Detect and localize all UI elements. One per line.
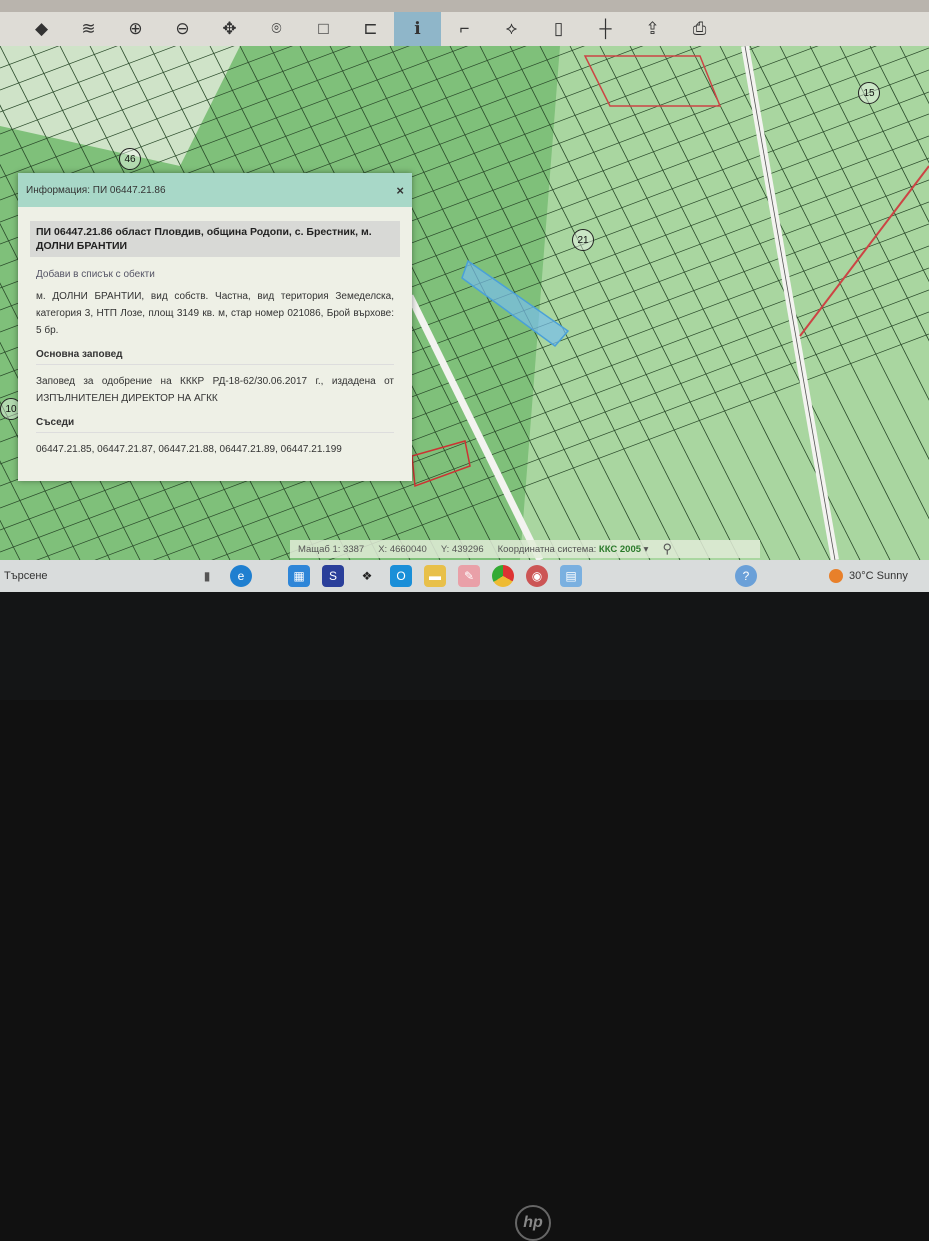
crosshair-icon[interactable]: ┼ bbox=[582, 12, 629, 46]
y-label: Y: bbox=[440, 543, 450, 555]
zoom-out-icon[interactable]: ⊖ bbox=[159, 12, 206, 46]
popup-header-title: Информация: ПИ 06447.21.86 bbox=[26, 184, 166, 196]
scale-value: 3387 bbox=[343, 543, 365, 555]
measure-icon[interactable]: ⌐ bbox=[441, 12, 488, 46]
search-icon[interactable]: ⚲ bbox=[662, 541, 672, 557]
x-label: X: bbox=[378, 543, 388, 555]
x-value: 4660040 bbox=[389, 543, 427, 555]
store-icon[interactable]: ▦ bbox=[288, 565, 310, 587]
chrome-icon[interactable] bbox=[492, 565, 514, 587]
popup-header: Информация: ПИ 06447.21.86 × bbox=[18, 173, 412, 207]
location-pin-icon[interactable]: ⌾ bbox=[253, 12, 300, 46]
info-icon[interactable]: ℹ bbox=[394, 12, 441, 46]
y-value: 439296 bbox=[451, 543, 484, 555]
add-to-list-link[interactable]: Добави в списък с обекти bbox=[36, 269, 394, 280]
print-icon[interactable]: ⎙ bbox=[676, 12, 723, 46]
export-icon[interactable]: ⇪ bbox=[629, 12, 676, 46]
map-label: 46 bbox=[119, 148, 141, 170]
scale-label: Мащаб 1: bbox=[298, 543, 341, 555]
taskbar-search[interactable]: Търсене bbox=[0, 570, 190, 582]
separator-icon bbox=[264, 565, 276, 587]
snipping-icon[interactable]: ✎ bbox=[458, 565, 480, 587]
zoom-in-icon[interactable]: ⊕ bbox=[112, 12, 159, 46]
order-text: Заповед за одобрение на КККР РД-18-62/30… bbox=[36, 376, 394, 404]
browser-top-strip bbox=[0, 0, 929, 12]
neighbors-list[interactable]: 06447.21.85, 06447.21.87, 06447.21.88, 0… bbox=[36, 441, 394, 458]
map-label: 21 bbox=[572, 229, 594, 251]
info-popup: Информация: ПИ 06447.21.86 × ПИ 06447.21… bbox=[18, 173, 412, 481]
map-label: 15 bbox=[858, 82, 880, 104]
task-view-icon[interactable]: ▮ bbox=[196, 565, 218, 587]
layers-icon[interactable]: ◆ bbox=[18, 12, 65, 46]
help-icon[interactable]: ? bbox=[735, 565, 757, 587]
laptop-bezel: hp bbox=[0, 592, 929, 1241]
order-heading: Основна заповед bbox=[36, 349, 394, 365]
crs-select[interactable]: ККС 2005 bbox=[599, 544, 641, 555]
app-icon[interactable]: S bbox=[322, 565, 344, 587]
dropbox-icon[interactable]: ❖ bbox=[356, 565, 378, 587]
pan-icon[interactable]: ✥ bbox=[206, 12, 253, 46]
taskbar: Търсене ▮ e ▦ S ❖ O ▬ ✎ ◉ ▤ ? 30°C Sunny bbox=[0, 560, 929, 592]
edge-icon[interactable]: e bbox=[230, 565, 252, 587]
select-rect-icon[interactable]: □ bbox=[300, 12, 347, 46]
hp-logo: hp bbox=[515, 1205, 551, 1241]
crs-label: Координатна система: bbox=[497, 543, 597, 555]
map-toolbar: ◆ ≋ ⊕ ⊖ ✥ ⌾ □ ⊏ ℹ ⌐ ⟡ ▯ ┼ ⇪ ⎙ bbox=[0, 12, 929, 46]
file-explorer-icon[interactable]: ▬ bbox=[424, 565, 446, 587]
close-icon[interactable]: × bbox=[396, 183, 404, 198]
app-icon[interactable]: ◉ bbox=[526, 565, 548, 587]
restricted-parcel bbox=[411, 440, 471, 488]
app-icon[interactable]: ▤ bbox=[560, 565, 582, 587]
weather-icon bbox=[829, 569, 843, 583]
select-area-icon[interactable]: ⊏ bbox=[347, 12, 394, 46]
chevron-down-icon[interactable]: ▾ bbox=[644, 544, 649, 555]
polygon-icon[interactable]: ⟡ bbox=[488, 12, 535, 46]
map-status-bar: Мащаб 1: 3387 X: 4660040 Y: 439296 Коорд… bbox=[290, 540, 760, 558]
map-icon[interactable]: ▯ bbox=[535, 12, 582, 46]
parcel-title: ПИ 06447.21.86 област Пловдив, община Ро… bbox=[30, 221, 400, 257]
outlook-icon[interactable]: O bbox=[390, 565, 412, 587]
weather-text[interactable]: 30°C Sunny bbox=[849, 570, 929, 582]
parcel-description: м. ДОЛНИ БРАНТИИ, вид собств. Частна, ви… bbox=[36, 291, 394, 336]
parcel-boundary bbox=[406, 294, 544, 560]
layers-stack-icon[interactable]: ≋ bbox=[65, 12, 112, 46]
neighbors-heading: Съседи bbox=[36, 417, 394, 433]
